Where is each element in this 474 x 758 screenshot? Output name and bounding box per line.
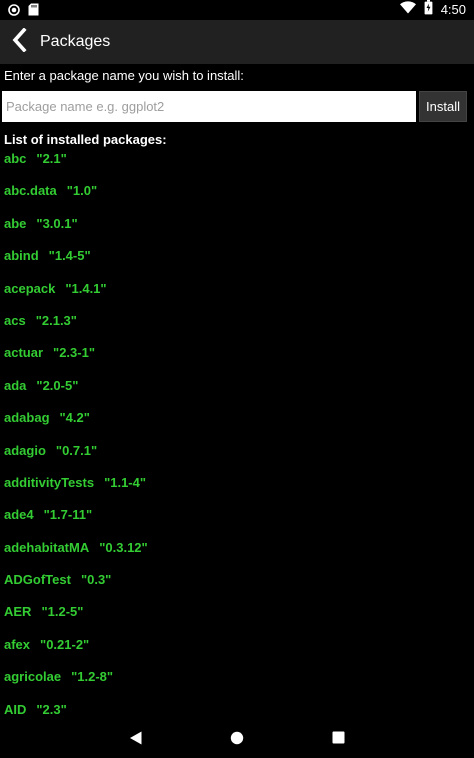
package-version: "2.0-5" <box>36 377 79 393</box>
app-toolbar: Packages <box>0 20 474 64</box>
package-name: abind <box>4 248 39 264</box>
package-list-item: agricolae "1.2-8" <box>4 669 470 701</box>
package-list-item: ade4 "1.7-11" <box>4 507 470 539</box>
nav-recents-button[interactable] <box>326 728 350 752</box>
page-title: Packages <box>40 33 111 50</box>
package-version: "1.7-11" <box>43 507 93 523</box>
package-list-item: additivityTests "1.1-4" <box>4 475 470 507</box>
record-icon <box>8 3 20 21</box>
package-list-item: abc.data "1.0" <box>4 183 470 215</box>
package-name: actuar <box>4 345 44 361</box>
package-version: "0.21-2" <box>40 636 90 652</box>
package-list-item: adabag "4.2" <box>4 410 470 442</box>
status-left <box>8 3 39 21</box>
package-version: "4.2" <box>59 410 90 426</box>
package-name: additivityTests <box>4 474 95 490</box>
status-bar: 4:50 <box>0 0 474 20</box>
package-version: "2.1.3" <box>35 312 77 328</box>
back-button[interactable] <box>0 20 40 64</box>
nav-home-button[interactable] <box>225 728 249 752</box>
install-prompt: Enter a package name you wish to install… <box>4 68 244 83</box>
nav-back-button[interactable] <box>124 728 148 752</box>
package-version: "2.1" <box>36 151 67 166</box>
package-name: ADGofTest <box>4 572 71 588</box>
package-version: "1.2-5" <box>41 604 84 620</box>
package-list-item: acs "2.1.3" <box>4 313 470 345</box>
package-name: ada <box>4 377 27 393</box>
packages-content: Enter a package name you wish to install… <box>0 64 474 728</box>
package-version: "0.3" <box>80 572 112 588</box>
navigation-bar <box>0 722 474 758</box>
package-list-item: AER "1.2-5" <box>4 604 470 636</box>
package-list-item: abe "3.0.1" <box>4 216 470 248</box>
package-list-item: ADGofTest "0.3" <box>4 572 470 604</box>
package-list-item: abind "1.4-5" <box>4 248 470 280</box>
package-version: "1.4.1" <box>65 280 107 296</box>
package-list-item: actuar "2.3-1" <box>4 345 470 377</box>
package-version: "1.2-8" <box>71 669 114 685</box>
package-version: "0.7.1" <box>55 442 98 458</box>
back-triangle-icon <box>129 731 143 750</box>
package-list-item: afex "0.21-2" <box>4 637 470 669</box>
package-list-item: adehabitatMA "0.3.12" <box>4 540 470 572</box>
package-name: adagio <box>4 442 46 458</box>
status-time: 4:50 <box>440 2 466 17</box>
package-name: afex <box>4 636 31 652</box>
package-version: "2.3" <box>36 701 67 717</box>
package-version: "1.0" <box>66 183 98 199</box>
package-name-input[interactable] <box>2 91 416 122</box>
package-name: abc.data <box>4 183 57 199</box>
package-name: abe <box>4 215 27 231</box>
wifi-icon <box>399 1 416 19</box>
package-name: abc <box>4 151 27 166</box>
package-version: "1.4-5" <box>48 248 91 264</box>
package-list-item: ada "2.0-5" <box>4 378 470 410</box>
package-version: "3.0.1" <box>36 215 78 231</box>
home-circle-icon <box>230 731 244 750</box>
recents-square-icon <box>332 731 345 749</box>
package-name: acepack <box>4 280 56 296</box>
package-name: AID <box>4 701 27 717</box>
package-name: ade4 <box>4 507 34 523</box>
package-version: "0.3.12" <box>99 539 148 555</box>
battery-icon <box>424 0 433 20</box>
package-name: agricolae <box>4 669 62 685</box>
status-right: 4:50 <box>399 0 466 20</box>
package-name: adehabitatMA <box>4 539 90 555</box>
package-name: AER <box>4 604 32 620</box>
package-version: "1.1-4" <box>104 474 147 490</box>
package-list-item: abc "2.1" <box>4 151 470 183</box>
package-name: adabag <box>4 410 50 426</box>
installed-package-list: abc "2.1" abc.data "1.0" abe "3.0.1" abind "1.4… <box>4 151 470 728</box>
sd-card-icon <box>28 3 39 21</box>
package-list-item: adagio "0.7.1" <box>4 443 470 475</box>
install-button[interactable]: Install <box>419 91 467 122</box>
chevron-left-icon <box>12 26 28 57</box>
installed-list-heading: List of installed packages: <box>4 132 167 147</box>
package-name: acs <box>4 312 26 328</box>
package-version: "2.3-1" <box>53 345 95 361</box>
package-list-item: acepack "1.4.1" <box>4 281 470 313</box>
